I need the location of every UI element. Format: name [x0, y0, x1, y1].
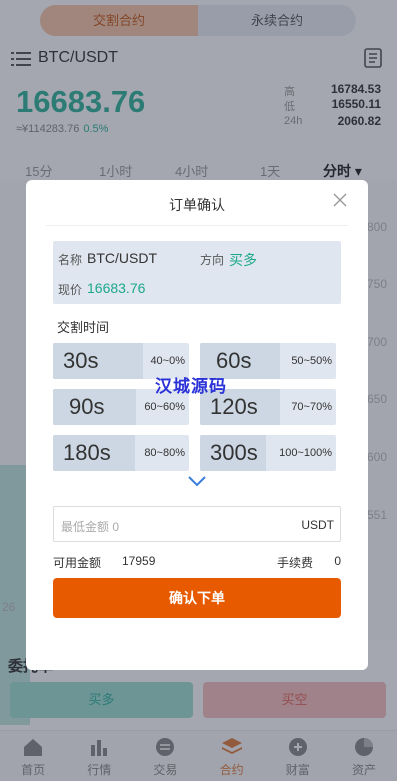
order-info-box: 名称 BTC/USDT 方向 买多 现价 16683.76 [53, 241, 341, 304]
confirm-order-button[interactable]: 确认下单 [53, 578, 341, 618]
direction-value: 买多 [229, 252, 257, 268]
name-value: BTC/USDT [87, 250, 157, 266]
available-label: 可用金额 [53, 556, 102, 570]
period-rate: 50~50% [291, 355, 332, 367]
period-time: 90s [53, 389, 136, 425]
period-rate: 100~100% [279, 447, 332, 459]
order-confirm-dialog: 订单确认 名称 BTC/USDT 方向 买多 现价 16683.76 交割时间 … [26, 180, 368, 670]
amount-input[interactable]: 最低金额 0 USDT [53, 506, 341, 542]
period-time: 300s [200, 435, 266, 471]
watermark-text: 汉城源码 [155, 377, 227, 396]
period-rate: 80~80% [144, 447, 185, 459]
amount-unit: USDT [301, 518, 334, 532]
period-time: 180s [53, 435, 135, 471]
period-option[interactable]: 180s 80~80% [53, 435, 189, 471]
price-label: 现价 [58, 283, 83, 297]
period-option[interactable]: 300s 100~100% [200, 435, 336, 471]
fee-value: 0 [334, 554, 341, 568]
period-time: 30s [53, 343, 143, 379]
available-value: 17959 [122, 554, 156, 568]
direction-label: 方向 [200, 253, 225, 267]
chevron-down-icon[interactable] [187, 475, 207, 487]
dialog-title: 订单确认 [169, 197, 225, 213]
delivery-time-label: 交割时间 [57, 320, 110, 335]
name-label: 名称 [58, 253, 83, 267]
fee-label: 手续费 [277, 556, 314, 570]
amount-placeholder: 最低金额 0 [61, 520, 120, 534]
close-icon[interactable] [332, 192, 348, 208]
period-rate: 70~70% [291, 401, 332, 413]
price-value: 16683.76 [87, 280, 146, 296]
divider [46, 225, 348, 226]
